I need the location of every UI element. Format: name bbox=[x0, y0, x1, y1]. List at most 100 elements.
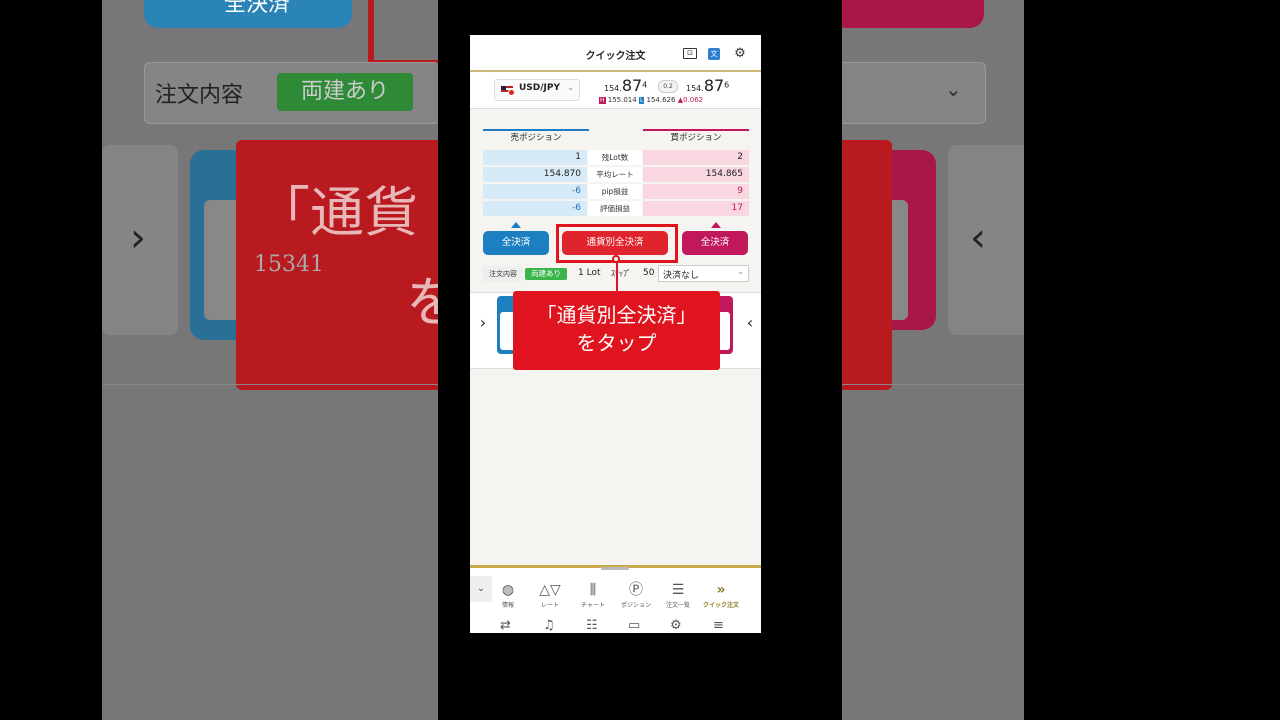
bid-main: 87 bbox=[621, 76, 643, 95]
nav-item-order-list[interactable]: ☰ 注文一覧 bbox=[658, 582, 698, 609]
buy-pl-cell: 17 bbox=[643, 201, 749, 216]
nav-label: クイック注文 bbox=[702, 602, 739, 609]
bg-chevron-left-icon: ‹ bbox=[970, 215, 986, 261]
table-row: 1 残Lot数 2 bbox=[483, 150, 749, 166]
change-value: ▲0.062 bbox=[677, 96, 704, 104]
bg-sell-close-button: 全決済 bbox=[144, 0, 352, 28]
nav-label: 情報 bbox=[501, 602, 514, 609]
nav-item-rate[interactable]: △▽ レート bbox=[530, 582, 570, 609]
slippage-label: ｽﾘｯﾌﾟ bbox=[611, 269, 631, 278]
buy-pip-cell: 9 bbox=[643, 184, 749, 199]
jp-flag-icon bbox=[508, 89, 515, 96]
drawer-handle[interactable] bbox=[601, 567, 629, 570]
nav-item-position[interactable]: Ⓟ ポジション bbox=[616, 582, 656, 609]
bg-buy-close-button bbox=[842, 0, 984, 28]
row-label: 残Lot数 bbox=[588, 150, 642, 165]
menu-icon[interactable]: ≡ bbox=[713, 618, 724, 633]
settle-option-label: 決済なし bbox=[663, 271, 700, 281]
bid-sup: 4 bbox=[642, 80, 648, 90]
ask-main: 87 bbox=[703, 76, 725, 95]
bg-callout-line1: 「通貨 bbox=[256, 181, 418, 244]
callout-line2: をタップ bbox=[576, 331, 657, 355]
background-left-blur: 全決済 注文内容 両建あり › 「通貨 を 15341 bbox=[102, 0, 438, 720]
buy-position-header: 買ポジション bbox=[643, 129, 749, 145]
bg-callout: 「通貨 を 15341 bbox=[236, 140, 438, 390]
sell-position-header: 売ポジション bbox=[483, 129, 589, 145]
high-value: 155.014 bbox=[607, 96, 637, 104]
translate-icon[interactable]: 文 bbox=[708, 48, 720, 60]
sell-pl-cell: -6 bbox=[483, 201, 587, 216]
currency-pair-label: USD/JPY bbox=[519, 83, 561, 93]
chevron-down-icon: ⌄ bbox=[567, 83, 574, 92]
chart-icon: ⫼ bbox=[589, 582, 597, 598]
bid-prefix: 154. bbox=[604, 84, 622, 93]
settings-icon[interactable]: ⚙ bbox=[670, 618, 682, 633]
nav-item-chart[interactable]: ⫼ チャート bbox=[573, 582, 613, 609]
sell-avg-rate-cell: 154.870 bbox=[483, 167, 587, 182]
quote-bar: USD/JPY ⌄ 154.874 0.2 154.876 H 155.014 … bbox=[470, 72, 761, 109]
order-list-icon: ☰ bbox=[671, 582, 685, 598]
currency-pair-select[interactable]: USD/JPY ⌄ bbox=[494, 79, 580, 101]
lot-value[interactable]: 1 Lot bbox=[578, 268, 600, 278]
bg-callout-line2: を bbox=[406, 271, 438, 334]
bg-sell-close-label: 全決済 bbox=[224, 0, 291, 17]
chevron-left-icon[interactable]: ‹ bbox=[740, 313, 760, 343]
low-tag: L bbox=[638, 97, 645, 104]
nav-item-quick-order[interactable]: » クイック注文 bbox=[701, 582, 741, 609]
quick-order-icon: » bbox=[716, 582, 726, 598]
bell-icon[interactable]: ♫ bbox=[543, 618, 555, 633]
sell-close-all-button[interactable]: 全決済 bbox=[483, 231, 549, 255]
nav-item-info[interactable]: ◍ 情報 bbox=[488, 582, 528, 609]
table-row: -6 pip損益 9 bbox=[483, 184, 749, 200]
settle-select[interactable]: 決済なし ⌄ bbox=[658, 265, 749, 282]
row-label: pip損益 bbox=[588, 184, 642, 199]
buy-lot-cell: 2 bbox=[643, 150, 749, 165]
buy-close-all-button[interactable]: 全決済 bbox=[682, 231, 748, 255]
buy-avg-rate-cell: 154.865 bbox=[643, 167, 749, 182]
table-row: 154.870 平均レート 154.865 bbox=[483, 167, 749, 183]
position-icon: Ⓟ bbox=[629, 582, 643, 598]
bid-price[interactable]: 154.874 bbox=[604, 76, 647, 95]
sell-pip-cell: -6 bbox=[483, 184, 587, 199]
bg-card-right: ‹ bbox=[948, 145, 1024, 335]
bg-order-badge: 両建あり bbox=[277, 73, 413, 111]
high-low-stats: H 155.014 L 154.626 ▲0.062 bbox=[599, 96, 703, 104]
globe-icon: ◍ bbox=[501, 582, 515, 598]
ask-prefix: 154. bbox=[686, 84, 704, 93]
ask-price[interactable]: 154.876 bbox=[686, 76, 729, 95]
chevron-down-icon: ⌄ bbox=[737, 267, 744, 276]
bg-order-row: 注文内容 両建あり bbox=[144, 62, 438, 124]
sell-lot-cell: 1 bbox=[483, 150, 587, 165]
buy-arrow-icon bbox=[711, 222, 721, 228]
app-header: クイック注文 ⊡ 文 ⚙ bbox=[470, 35, 761, 72]
ask-sup: 6 bbox=[724, 80, 730, 90]
bg-settle-select: ⌄ bbox=[842, 62, 986, 124]
hedge-badge[interactable]: 両建あり bbox=[525, 268, 567, 280]
nav-label: ポジション bbox=[620, 602, 651, 609]
bg-card-left: › bbox=[102, 145, 178, 335]
row-label: 平均レート bbox=[588, 167, 642, 182]
low-value: 154.626 bbox=[646, 96, 676, 104]
table-row: -6 評価損益 17 bbox=[483, 201, 749, 217]
sell-arrow-icon bbox=[511, 222, 521, 228]
bg-partial-text: 15341 bbox=[254, 252, 324, 277]
nav-label: レート bbox=[540, 602, 559, 609]
nav-label: 注文一覧 bbox=[665, 602, 690, 609]
gear-icon[interactable]: ⚙ bbox=[733, 47, 747, 60]
screen-icon[interactable]: ⊡ bbox=[683, 48, 697, 59]
spread-badge: 0.2 bbox=[658, 80, 678, 93]
slippage-value[interactable]: 50 bbox=[643, 268, 654, 278]
bg-highlight-box bbox=[368, 0, 438, 66]
rate-icon: △▽ bbox=[539, 582, 561, 598]
card-icon[interactable]: ▭ bbox=[628, 618, 640, 633]
background-right-blur: ⌄ ‹ bbox=[842, 0, 1024, 720]
transfer-icon[interactable]: ⇄ bbox=[500, 618, 511, 633]
nav-label: チャート bbox=[581, 602, 605, 609]
bottom-navigation: ⌄ ◍ 情報 △▽ レート ⫼ チャート Ⓟ ポジション ☰ 注文一覧 » クイ… bbox=[470, 565, 761, 633]
tutorial-connector bbox=[612, 255, 620, 293]
row-label: 評価損益 bbox=[588, 201, 642, 216]
chevron-right-icon[interactable]: › bbox=[473, 313, 493, 343]
second-nav-row: ⇄ ♫ ☷ ▭ ⚙ ≡ bbox=[470, 618, 761, 633]
checklist-icon[interactable]: ☷ bbox=[586, 618, 598, 633]
high-tag: H bbox=[599, 97, 606, 104]
